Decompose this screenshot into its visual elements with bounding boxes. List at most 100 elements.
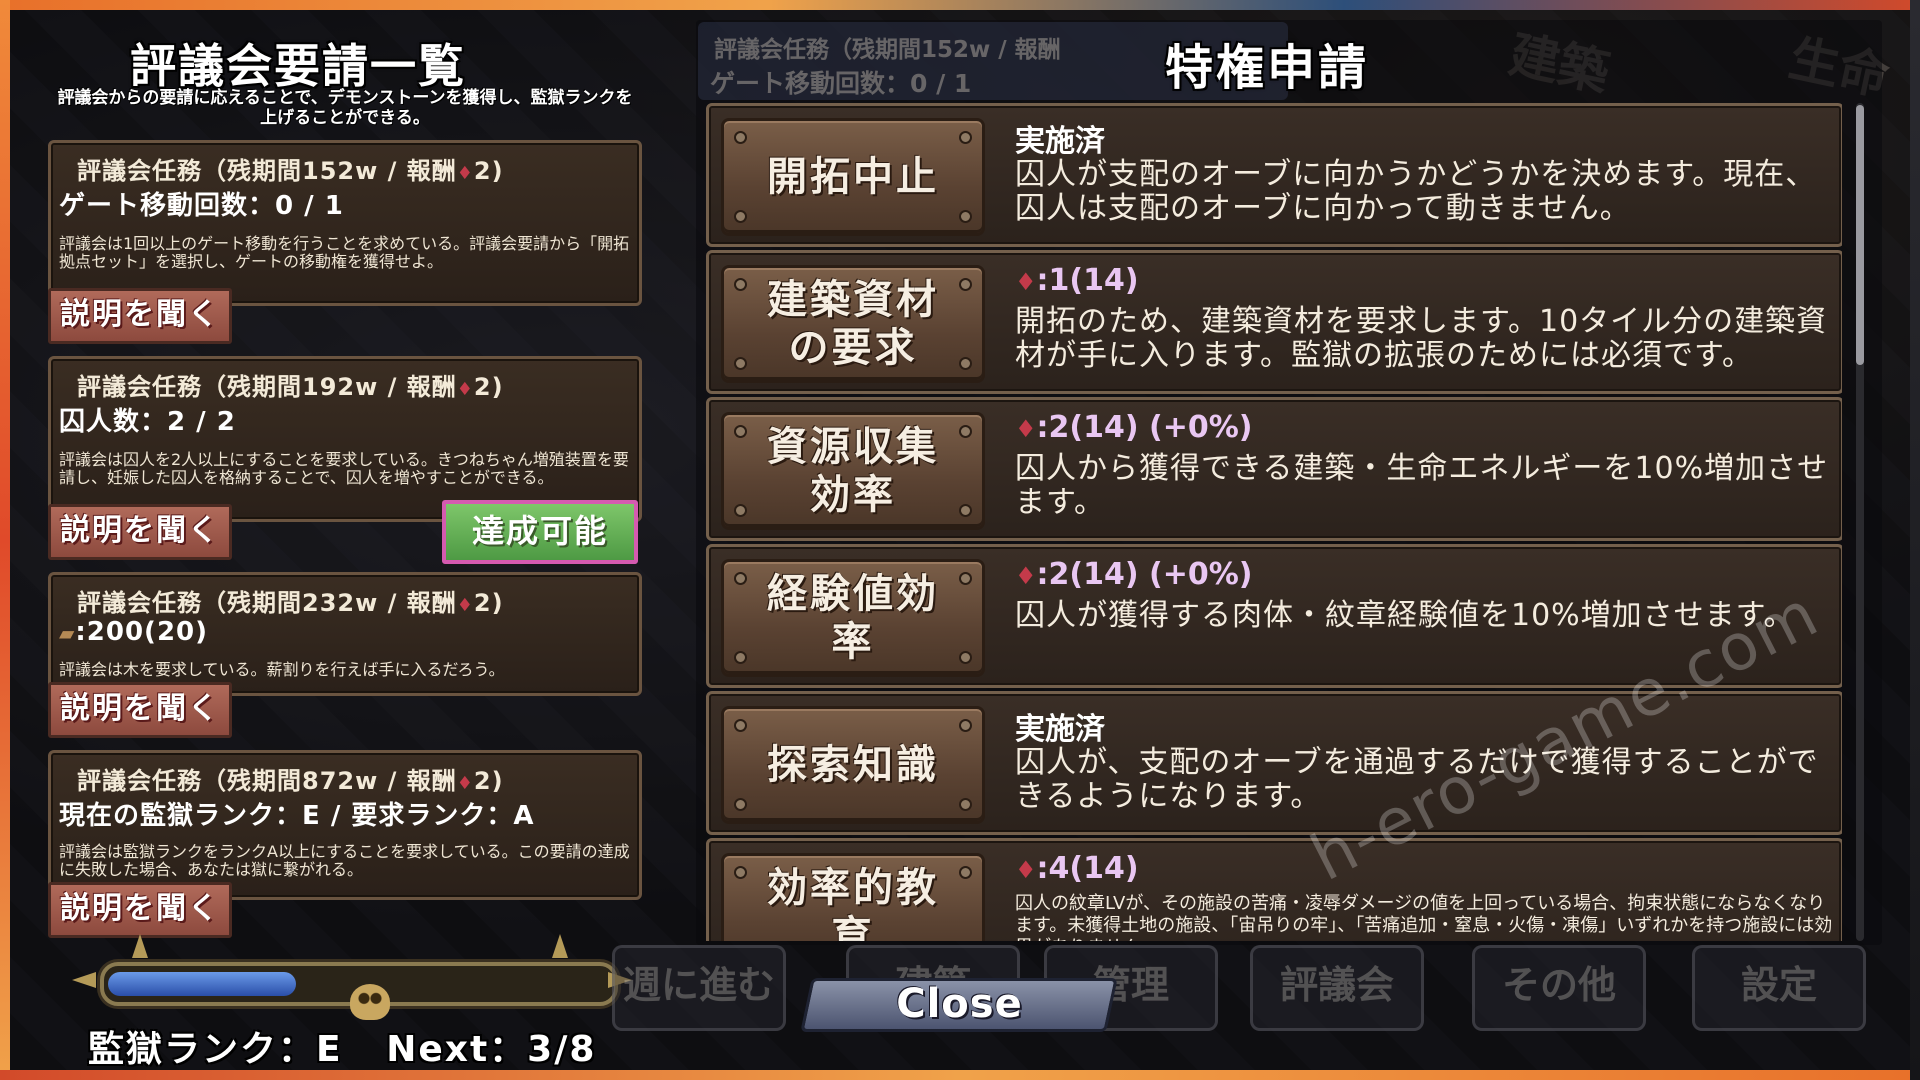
- rivet: [959, 651, 972, 664]
- rivet: [734, 866, 747, 879]
- council-request-title: 評議会要請一覧: [130, 39, 466, 93]
- rivet: [734, 719, 747, 732]
- achievable-button[interactable]: 達成可能: [442, 500, 638, 564]
- ask-explanation-button[interactable]: 説明を聞く: [48, 882, 232, 938]
- ask-explanation-button[interactable]: 説明を聞く: [48, 682, 232, 738]
- prison-rank-gauge: [72, 934, 632, 1024]
- demonstone-icon: ♦: [456, 379, 474, 400]
- mission-card: 評議会任務（残期間192w / 報酬♦2) 囚人数：2 / 2 評議会は囚人を2…: [48, 356, 642, 522]
- mission-progress: ▰:200(20): [59, 617, 209, 647]
- mission-description: 評議会は囚人を2人以上にすることを要求している。きつねちゃん増殖装置を要請し、妊…: [59, 450, 629, 487]
- frame-top: [0, 0, 1920, 10]
- wood-icon: ▰: [59, 621, 76, 645]
- privilege-name: 開拓中止: [767, 154, 939, 200]
- bg-mission-header-line2: ゲート移動回数：0 / 1: [710, 69, 972, 98]
- mission-header: 評議会任務（残期間192w / 報酬♦2): [77, 373, 504, 401]
- privilege-name-line2: 効率: [810, 472, 896, 518]
- frame-left: [0, 0, 10, 1080]
- rivet: [734, 798, 747, 811]
- privilege-title: 特権申請: [1165, 40, 1370, 96]
- privilege-name: 経験値効: [767, 571, 939, 617]
- demonstone-icon: ♦: [456, 163, 474, 184]
- rivet: [959, 798, 972, 811]
- privilege-list[interactable]: 開拓中止 実施済 囚人が支配のオーブに向かうかどうかを決めます。現在、囚人は支配…: [706, 103, 1842, 941]
- ask-explanation-button[interactable]: 説明を聞く: [48, 288, 232, 344]
- privilege-cost: ♦:2(14) (+0%): [1015, 557, 1253, 592]
- privilege-button-stop-expansion[interactable]: 開拓中止: [721, 118, 985, 236]
- scrollbar-thumb[interactable]: [1856, 105, 1864, 365]
- rivet: [734, 210, 747, 223]
- privilege-description: 囚人から獲得できる建築・生命エネルギーを10%増加させます。: [1015, 451, 1829, 520]
- mission-description: 評議会は監獄ランクをランクA以上にすることを要求している。この要請の達成に失敗し…: [59, 842, 630, 879]
- rivet: [959, 210, 972, 223]
- rivet: [734, 278, 747, 291]
- rivet: [959, 572, 972, 585]
- menu-next-week: 週に進む: [612, 945, 786, 1031]
- privilege-button-request-materials[interactable]: 建築資材 の要求: [721, 265, 985, 383]
- privilege-button-exploration-knowledge[interactable]: 探索知識: [721, 706, 985, 824]
- privilege-name-line2: 率: [831, 619, 875, 665]
- privilege-description: 囚人の紋章LVが、その施設の苦痛・凌辱ダメージの値を上回っている場合、拘束状態に…: [1015, 893, 1833, 941]
- privilege-row: 開拓中止 実施済 囚人が支配のオーブに向かうかどうかを決めます。現在、囚人は支配…: [706, 103, 1842, 247]
- rivet: [734, 131, 747, 144]
- privilege-name: 建築資材: [767, 277, 939, 323]
- rivet: [734, 572, 747, 585]
- menu-council: 評議会: [1250, 945, 1424, 1031]
- privilege-button-efficient-training[interactable]: 効率的教育: [721, 853, 985, 941]
- privilege-row: 建築資材 の要求 ♦:1(14) 開拓のため、建築資材を要求します。10タイル分の…: [706, 250, 1842, 394]
- privilege-button-resource-efficiency[interactable]: 資源収集 効率: [721, 412, 985, 530]
- rivet: [959, 131, 972, 144]
- privilege-button-exp-efficiency[interactable]: 経験値効率: [721, 559, 985, 677]
- menu-settings: 設定: [1692, 945, 1866, 1031]
- mission-card: 評議会任務（残期間232w / 報酬♦2) ▰:200(20) 評議会は木を要求…: [48, 572, 642, 696]
- rivet: [959, 278, 972, 291]
- mission-progress: ゲート移動回数：0 / 1: [59, 191, 344, 221]
- privilege-name: 資源収集: [767, 424, 939, 470]
- rivet: [734, 651, 747, 664]
- prison-rank-readout: 監獄ランク：E Next：3/8: [88, 1020, 596, 1072]
- privilege-cost: ♦:2(14) (+0%): [1015, 410, 1253, 445]
- rivet: [734, 357, 747, 370]
- privilege-row: 効率的教育 ♦:4(14) 囚人の紋章LVが、その施設の苦痛・凌辱ダメージの値を…: [706, 838, 1842, 941]
- council-request-panel: 評議会要請一覧 評議会からの要請に応えることで、デモンストーンを獲得し、監獄ラン…: [40, 22, 645, 1070]
- privilege-status: 実施済: [1015, 712, 1105, 747]
- gauge-fill: [108, 972, 296, 996]
- mission-header: 評議会任務（残期間872w / 報酬♦2): [77, 767, 504, 795]
- frame-right: [1910, 0, 1920, 1080]
- demonstone-icon: ♦: [1015, 562, 1037, 590]
- ask-explanation-button[interactable]: 説明を聞く: [48, 504, 232, 560]
- mission-card: 評議会任務（残期間152w / 報酬♦2) ゲート移動回数：0 / 1 評議会は…: [48, 140, 642, 306]
- rivet: [734, 425, 747, 438]
- privilege-row: 資源収集 効率 ♦:2(14) (+0%) 囚人から獲得できる建築・生命エネルギー…: [706, 397, 1842, 541]
- prison-rank-label: 監獄ランク：E: [88, 1029, 343, 1070]
- menu-other: その他: [1472, 945, 1646, 1031]
- demonstone-icon: ♦: [456, 595, 474, 616]
- spike-ornament: [132, 934, 148, 958]
- mission-header: 評議会任務（残期間152w / 報酬♦2): [77, 157, 504, 185]
- mission-header: 評議会任務（残期間232w / 報酬♦2): [77, 589, 504, 617]
- demonstone-icon: ♦: [1015, 268, 1037, 296]
- rivet: [959, 504, 972, 517]
- privilege-status: 実施済: [1015, 124, 1105, 159]
- mission-progress: 囚人数：2 / 2: [59, 407, 236, 437]
- mission-description: 評議会は1回以上のゲート移動を行うことを求めている。評議会要請から「開拓拠点セッ…: [59, 234, 630, 271]
- mission-description: 評議会は木を要求している。薪割りを行えば手に入るだろう。: [59, 660, 505, 679]
- rivet: [734, 504, 747, 517]
- rivet: [959, 357, 972, 370]
- spike-ornament: [72, 972, 96, 988]
- demonstone-icon: ♦: [1015, 856, 1037, 884]
- council-request-intro: 評議会からの要請に応えることで、デモンストーンを獲得し、監獄ランクを上げることが…: [57, 88, 633, 128]
- demonstone-icon: ♦: [456, 773, 474, 794]
- close-button[interactable]: Close: [800, 978, 1118, 1032]
- privilege-name: 探索知識: [767, 742, 939, 788]
- mission-card: 評議会任務（残期間872w / 報酬♦2) 現在の監獄ランク：E / 要求ランク…: [48, 750, 642, 900]
- rivet: [959, 866, 972, 879]
- demonstone-icon: ♦: [1015, 415, 1037, 443]
- spike-ornament: [552, 934, 568, 958]
- privilege-name-line2: 育: [831, 913, 875, 941]
- privilege-cost: ♦:4(14): [1015, 851, 1139, 886]
- rivet: [959, 719, 972, 732]
- privilege-name: 効率的教: [767, 865, 939, 911]
- privilege-description: 囚人が支配のオーブに向かうかどうかを決めます。現在、囚人は支配のオーブに向かって…: [1015, 157, 1817, 226]
- privilege-scrollbar[interactable]: [1856, 103, 1864, 941]
